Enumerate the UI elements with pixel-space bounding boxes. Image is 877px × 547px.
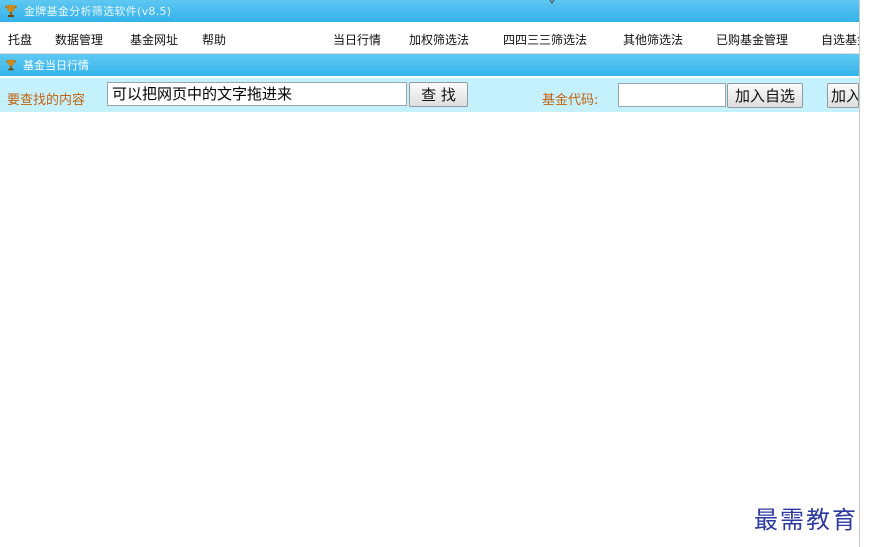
quotes-content-area: [0, 112, 859, 547]
subwindow-title-bar: 基金当日行情: [0, 54, 859, 76]
menu-bar: 托盘 数据管理 基金网址 帮助 当日行情 加权筛选法 四四三三筛选法 其他筛选法…: [0, 22, 859, 54]
menu-item-tray[interactable]: 托盘: [8, 31, 32, 48]
menu-item-weighted-screening[interactable]: 加权筛选法: [409, 31, 469, 48]
add-button[interactable]: 加入: [827, 83, 859, 108]
subwindow-title: 基金当日行情: [23, 59, 89, 72]
menu-item-favorite-funds[interactable]: 自选基金: [821, 31, 859, 48]
menu-item-fund-urls[interactable]: 基金网址: [130, 31, 178, 48]
mouse-cursor-icon: [549, 0, 555, 5]
search-toolbar: 要查找的内容 可以把网页中的文字拖进来 查 找 基金代码: 加入自选 加入: [0, 78, 859, 112]
menu-item-4433-screening[interactable]: 四四三三筛选法: [503, 31, 587, 48]
title-bar: 金牌基金分析筛选软件(v8.5): [0, 0, 859, 22]
menu-item-purchased-funds[interactable]: 已购基金管理: [716, 31, 788, 48]
window-title: 金牌基金分析筛选软件(v8.5): [24, 5, 172, 18]
menu-item-data-management[interactable]: 数据管理: [55, 31, 103, 48]
trophy-icon: [5, 59, 17, 71]
app-window: 金牌基金分析筛选软件(v8.5) 托盘 数据管理 基金网址 帮助 当日行情 加权…: [0, 0, 860, 547]
trophy-icon: [5, 5, 17, 17]
search-label: 要查找的内容: [7, 93, 86, 108]
fund-code-label: 基金代码:: [542, 93, 599, 108]
menu-item-other-screening[interactable]: 其他筛选法: [623, 31, 683, 48]
menu-item-daily-quotes[interactable]: 当日行情: [333, 31, 381, 48]
fund-code-input[interactable]: [618, 83, 726, 107]
outer-margin: [860, 0, 877, 547]
watermark-text: 最需教育: [754, 506, 858, 534]
add-favorite-button[interactable]: 加入自选: [727, 83, 803, 108]
search-input[interactable]: 可以把网页中的文字拖进来: [107, 82, 407, 106]
menu-item-help[interactable]: 帮助: [202, 31, 226, 48]
find-button[interactable]: 查 找: [409, 82, 468, 107]
